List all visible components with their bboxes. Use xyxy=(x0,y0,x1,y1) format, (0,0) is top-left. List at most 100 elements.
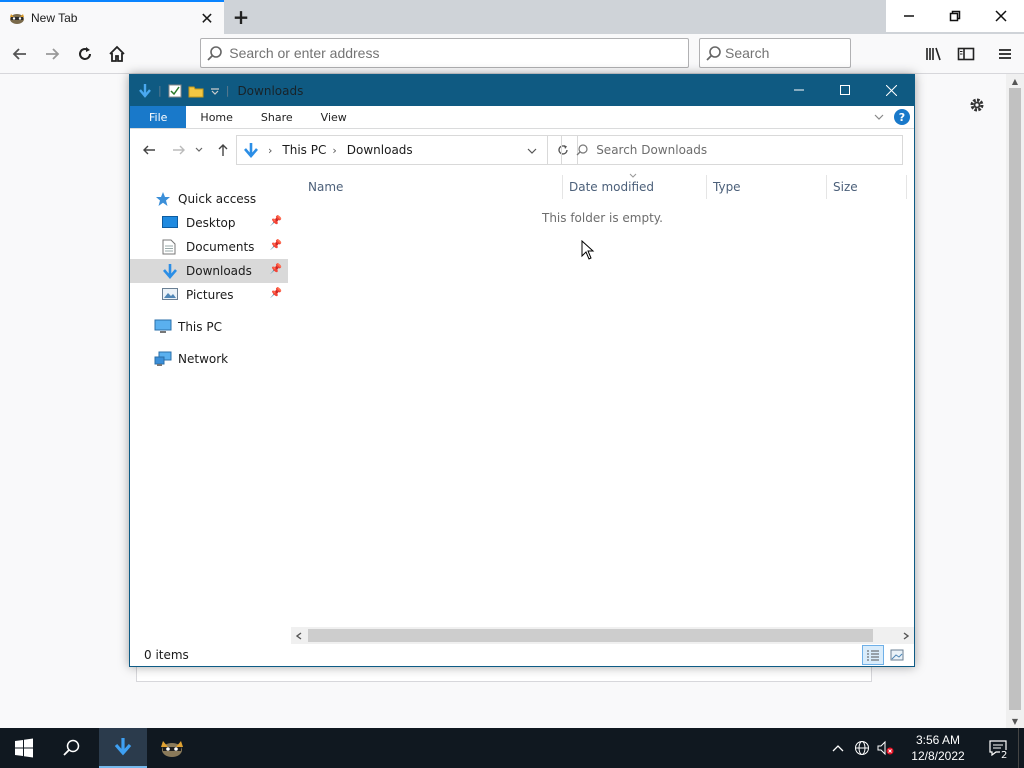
search-downloads-box[interactable] xyxy=(561,135,903,165)
empty-folder-message: This folder is empty. xyxy=(542,211,663,225)
library-button[interactable] xyxy=(920,40,948,68)
page-scrollbar[interactable]: ▲ ▼ xyxy=(1006,74,1024,728)
properties-icon[interactable] xyxy=(168,84,182,98)
browser-navbar xyxy=(0,34,1024,74)
help-icon[interactable]: ? xyxy=(894,109,910,125)
url-bar[interactable] xyxy=(200,38,689,68)
nav-label: Quick access xyxy=(178,192,257,206)
chevron-down-icon xyxy=(195,147,203,152)
network-icon xyxy=(154,351,172,366)
expand-ribbon-icon[interactable] xyxy=(874,113,884,121)
nav-quick-access[interactable]: Quick access xyxy=(130,187,288,211)
breadcrumb-chevron-icon[interactable]: › xyxy=(268,144,272,157)
arrow-left-icon xyxy=(143,145,155,155)
home-button[interactable] xyxy=(102,39,132,69)
back-button[interactable] xyxy=(138,139,160,161)
recent-locations-button[interactable] xyxy=(192,139,206,161)
arrow-right-icon xyxy=(173,145,185,155)
url-input[interactable] xyxy=(229,45,688,61)
search-icon xyxy=(706,46,721,61)
tab-view[interactable]: View xyxy=(307,106,361,128)
scroll-left-icon[interactable] xyxy=(291,627,307,644)
sort-chevron-icon xyxy=(629,173,637,178)
scroll-up-icon[interactable]: ▲ xyxy=(1006,74,1024,88)
nav-pictures[interactable]: Pictures 📌 xyxy=(130,283,288,307)
explorer-title-bar[interactable]: | | Downloads xyxy=(130,75,914,106)
item-count: 0 items xyxy=(144,648,189,662)
arrow-left-icon xyxy=(12,48,26,60)
forward-button[interactable] xyxy=(168,139,190,161)
horizontal-scroll-thumb[interactable] xyxy=(308,629,873,642)
file-list-pane[interactable]: Name Date modified Type Size This folder… xyxy=(291,169,914,629)
clock[interactable]: 3:56 AM 12/8/2022 xyxy=(898,732,978,764)
nav-network[interactable]: Network xyxy=(130,347,288,371)
search-taskbar-button[interactable] xyxy=(48,728,96,768)
start-button[interactable] xyxy=(0,728,48,768)
close-window-icon[interactable] xyxy=(868,75,914,105)
search-downloads-input[interactable] xyxy=(596,143,902,157)
close-tab-icon[interactable]: ✕ xyxy=(196,7,218,29)
column-header-size[interactable]: Size xyxy=(827,175,907,199)
browser-search-box[interactable] xyxy=(699,38,851,68)
nav-label: Desktop xyxy=(186,216,236,230)
nav-label: Network xyxy=(178,352,229,366)
address-box[interactable]: › This PC › Downloads xyxy=(236,135,548,165)
pin-icon: 📌 xyxy=(269,216,282,227)
address-history-chevron-icon[interactable] xyxy=(527,148,537,154)
minimize-icon[interactable] xyxy=(776,75,822,105)
horizontal-scrollbar[interactable] xyxy=(291,627,914,644)
scroll-right-icon[interactable] xyxy=(898,627,914,644)
minimize-icon[interactable] xyxy=(886,0,932,32)
menu-button[interactable] xyxy=(991,40,1019,68)
taskbar-firefox[interactable] xyxy=(148,728,196,768)
breadcrumb-chevron-icon[interactable]: › xyxy=(332,144,336,157)
close-window-icon[interactable] xyxy=(978,0,1024,32)
browser-tab-bar: New Tab ✕ + xyxy=(0,0,1024,34)
up-button[interactable] xyxy=(212,139,234,161)
volume-muted-icon[interactable] xyxy=(874,740,898,756)
maximize-icon[interactable] xyxy=(822,75,868,105)
breadcrumb-downloads[interactable]: Downloads xyxy=(347,143,413,157)
sidebar-button[interactable] xyxy=(952,40,980,68)
library-icon xyxy=(926,47,941,61)
tab-share[interactable]: Share xyxy=(247,106,307,128)
column-header-date-modified[interactable]: Date modified xyxy=(563,173,707,199)
nav-documents[interactable]: Documents 📌 xyxy=(130,235,288,259)
back-button[interactable] xyxy=(5,39,35,69)
pin-icon: 📌 xyxy=(269,264,282,275)
action-center-button[interactable]: 2 xyxy=(978,740,1018,761)
customize-newtab-button[interactable] xyxy=(964,92,990,118)
gear-icon xyxy=(970,98,984,112)
details-view-icon[interactable] xyxy=(862,645,884,665)
reload-icon xyxy=(79,47,91,60)
browser-search-input[interactable] xyxy=(725,45,850,61)
tab-home[interactable]: Home xyxy=(186,106,246,128)
new-folder-icon[interactable] xyxy=(188,84,204,98)
new-tab-button[interactable]: + xyxy=(228,5,254,29)
star-icon xyxy=(156,192,170,206)
breadcrumb-this-pc[interactable]: This PC xyxy=(282,143,326,157)
forward-button[interactable] xyxy=(37,39,67,69)
navigation-pane: Quick access Desktop 📌 Documents 📌 Downl… xyxy=(130,169,290,629)
nav-downloads[interactable]: Downloads 📌 xyxy=(130,259,288,283)
separator-icon: | xyxy=(225,84,230,97)
browser-tab[interactable]: New Tab ✕ xyxy=(0,0,224,34)
restore-icon[interactable] xyxy=(932,0,978,32)
chevron-down-icon[interactable] xyxy=(210,86,220,96)
column-header-type[interactable]: Type xyxy=(707,175,827,199)
show-desktop-button[interactable] xyxy=(1018,728,1024,768)
tab-file[interactable]: File xyxy=(130,106,187,128)
taskbar-explorer-downloads[interactable] xyxy=(99,728,147,768)
network-globe-icon[interactable] xyxy=(850,740,874,756)
reload-button[interactable] xyxy=(70,39,100,69)
tab-title: New Tab xyxy=(31,11,78,25)
show-hidden-icons-icon[interactable] xyxy=(826,744,850,752)
nav-this-pc[interactable]: This PC xyxy=(130,315,288,339)
large-icons-view-icon[interactable] xyxy=(886,645,908,665)
nav-desktop[interactable]: Desktop 📌 xyxy=(130,211,288,235)
page-scroll-thumb[interactable] xyxy=(1009,88,1021,710)
column-header-name[interactable]: Name xyxy=(302,175,563,199)
scroll-down-icon[interactable]: ▼ xyxy=(1006,714,1024,728)
pictures-icon xyxy=(162,288,178,300)
arrow-right-icon xyxy=(46,48,60,60)
